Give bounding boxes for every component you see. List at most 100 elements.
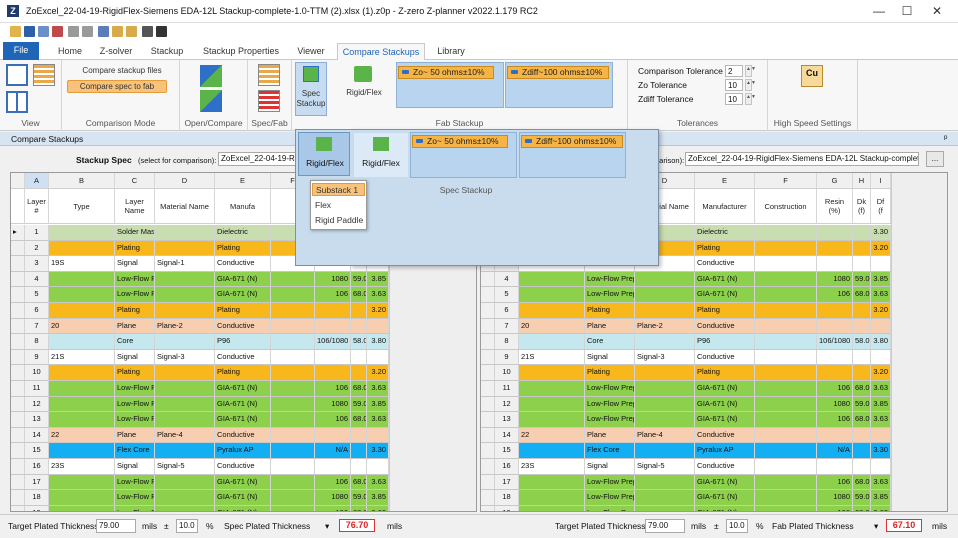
- column-header[interactable]: Manufacturer: [695, 189, 755, 223]
- tab-stackup[interactable]: Stackup: [145, 43, 189, 60]
- column-header[interactable]: Resin (%): [817, 189, 853, 223]
- column-header[interactable]: Type: [49, 189, 115, 223]
- table-row[interactable]: 5 Low-Flow Prepreg GIA-671 (N) 10668.03.63: [11, 287, 389, 303]
- tab-z-solver[interactable]: Z-solver: [93, 43, 139, 60]
- minimize-button[interactable]: —: [870, 3, 888, 19]
- column-letter[interactable]: D: [155, 173, 215, 188]
- zdiff-pill[interactable]: Zdiff~100 ohms±10%: [507, 66, 609, 79]
- dropdown-zo-pill[interactable]: Zo~ 50 ohms±10%: [412, 135, 508, 148]
- column-header[interactable]: Material Name: [155, 189, 215, 223]
- compare-spec-to-fab-button[interactable]: Compare spec to fab: [67, 80, 167, 93]
- tab-file[interactable]: File: [3, 42, 39, 60]
- close-button[interactable]: ✕: [928, 3, 946, 19]
- table-row[interactable]: 15 Flex Core Pyralux AP N/A 3.30: [11, 443, 389, 459]
- table-row[interactable]: 9 21S Signal Signal-3 Conductive: [481, 349, 891, 366]
- browse-button[interactable]: ...: [926, 151, 944, 167]
- zo-tolerance-spinner[interactable]: ▲▼: [745, 79, 756, 91]
- view-grid-icon[interactable]: [33, 64, 55, 86]
- table-row[interactable]: 6 Plating Plating 3.20: [11, 303, 389, 319]
- compare-stackup-files-button[interactable]: Compare stackup files: [67, 66, 177, 78]
- redo-icon[interactable]: [82, 26, 93, 37]
- column-letter[interactable]: F: [755, 173, 817, 188]
- table-row[interactable]: 19 Low-Flow Prepreg GIA-671 (N) 10668.03.63: [11, 505, 389, 511]
- column-header[interactable]: Df (f: [871, 189, 891, 223]
- tab-viewer[interactable]: Viewer: [293, 43, 329, 60]
- table-row[interactable]: 16 23S Signal Signal-5 Conductive: [481, 459, 891, 475]
- table-row[interactable]: 15 Flex Core Pyralux AP N/A 3.30: [481, 443, 891, 459]
- tab-stackup-properties[interactable]: Stackup Properties: [198, 43, 284, 60]
- table-row[interactable]: 4 Low-Flow Prepreg GIA-671 (N) 108059.03.85: [11, 271, 389, 288]
- column-header[interactable]: Layer #: [25, 189, 49, 223]
- comparison-tolerance-spinner[interactable]: ▲▼: [745, 65, 756, 77]
- undo-icon[interactable]: [68, 26, 79, 37]
- table-row[interactable]: 8 Core P96 106/1080 58.0 3.80: [11, 334, 389, 350]
- table-row[interactable]: 12 Low-Flow Prepreg GIA-671 (N) 108059.03.8…: [481, 396, 891, 413]
- tab-compare-stackups[interactable]: Compare Stackups: [337, 43, 425, 60]
- menu-item-rigid-paddle[interactable]: Rigid Paddle: [312, 214, 367, 227]
- vertical-scrollbar[interactable]: [891, 173, 947, 511]
- table-row[interactable]: 18 Low-Flow Prepreg GIA-671 (N) 108059.03.8…: [11, 490, 389, 506]
- column-letter[interactable]: E: [695, 173, 755, 188]
- column-letter[interactable]: A: [25, 173, 49, 188]
- tab-home[interactable]: Home: [52, 43, 88, 60]
- table-row[interactable]: 17 Low-Flow Prepreg GIA-671 (N) 10668.03.63: [11, 474, 389, 491]
- spec-dropdown-arrow-icon[interactable]: ▾: [325, 521, 329, 532]
- zdiff-target-box[interactable]: Zdiff~100 ohms±10%: [505, 62, 613, 108]
- table-row[interactable]: 5 Low-Flow Prepreg GIA-671 (N) 10668.03.63: [481, 287, 891, 303]
- open-compare-icon[interactable]: [200, 65, 222, 87]
- table-row[interactable]: 8 Core P96 106/1080 58.0 3.80: [481, 334, 891, 350]
- copy-icon[interactable]: [112, 26, 123, 37]
- tab-library[interactable]: Library: [431, 43, 471, 60]
- copper-roughness-icon[interactable]: Cu: [801, 65, 823, 87]
- table-row[interactable]: 12 Low-Flow Prepreg GIA-671 (N) 108059.03.8…: [11, 396, 389, 413]
- swap-compare-icon[interactable]: [200, 90, 222, 112]
- spec-table-icon[interactable]: [258, 64, 280, 86]
- table-row[interactable]: 19 Low-Flow Prepreg GIA-671 (N) 10668.03.63: [481, 505, 891, 511]
- maximize-button[interactable]: ☐: [898, 3, 916, 19]
- column-letter[interactable]: C: [115, 173, 155, 188]
- column-letter[interactable]: G: [817, 173, 853, 188]
- column-header[interactable]: Construction: [755, 189, 817, 223]
- paste-icon[interactable]: [126, 26, 137, 37]
- view-split-icon[interactable]: [6, 91, 28, 113]
- save-icon[interactable]: [24, 26, 35, 37]
- save-as-icon[interactable]: [38, 26, 49, 37]
- zo-pill[interactable]: Zo~ 50 ohms±10%: [398, 66, 494, 79]
- fab-table-icon[interactable]: [258, 90, 280, 112]
- zdiff-tolerance-input[interactable]: 10: [725, 93, 743, 105]
- column-letter[interactable]: H: [853, 173, 871, 188]
- column-letter[interactable]: B: [49, 173, 115, 188]
- column-header[interactable]: Layer Name: [115, 189, 155, 223]
- menu-item-substack-1[interactable]: Substack 1: [312, 183, 365, 196]
- fab-dropdown-arrow-icon[interactable]: ▾: [874, 521, 878, 532]
- left-target-thickness-input[interactable]: 79.00: [96, 519, 136, 533]
- spec-stackup-button[interactable]: Spec Stackup: [295, 62, 327, 116]
- column-header[interactable]: [11, 189, 25, 223]
- rigid-flex-button[interactable]: Rigid/Flex: [342, 88, 386, 97]
- table-row[interactable]: 14 22 Plane Plane-4 Conductive: [11, 427, 389, 444]
- column-letter[interactable]: [11, 173, 25, 188]
- graduation-icon[interactable]: [156, 26, 167, 37]
- table-row[interactable]: 13 Low-Flow Prepreg GIA-671 (N) 10668.03.63: [11, 412, 389, 428]
- column-header[interactable]: Dk (f): [853, 189, 871, 223]
- dropdown-zo-box[interactable]: Zo~ 50 ohms±10%: [410, 132, 517, 178]
- zo-tolerance-input[interactable]: 10: [725, 79, 743, 91]
- left-tolerance-input[interactable]: 10.0: [176, 519, 198, 533]
- table-row[interactable]: 18 Low-Flow Prepreg GIA-671 (N) 108059.03.8…: [481, 490, 891, 506]
- table-row[interactable]: 10 Plating Plating 3.20: [481, 365, 891, 381]
- rigid-flex-icon[interactable]: [354, 66, 372, 82]
- view-single-icon[interactable]: [6, 64, 28, 86]
- table-row[interactable]: 10 Plating Plating 3.20: [11, 365, 389, 381]
- fab-stackup-select[interactable]: ZoExcel_22-04-19-RigidFlex-Siemens EDA-1…: [685, 152, 919, 166]
- table-row[interactable]: 11 Low-Flow Prepreg GIA-671 (N) 10668.03.63: [481, 381, 891, 397]
- table-row[interactable]: 16 23S Signal Signal-5 Conductive: [11, 459, 389, 475]
- cut-icon[interactable]: [98, 26, 109, 37]
- column-header[interactable]: Manufa: [215, 189, 271, 223]
- help-icon[interactable]: [142, 26, 153, 37]
- dropdown-rigid-flex-button[interactable]: Rigid/Flex: [298, 132, 350, 176]
- table-row[interactable]: 9 21S Signal Signal-3 Conductive: [11, 349, 389, 366]
- right-tolerance-input[interactable]: 10.0: [726, 519, 748, 533]
- pin-icon[interactable]: ᵖ: [944, 133, 947, 143]
- table-row[interactable]: 4 Low-Flow Prepreg GIA-671 (N) 108059.03.85: [481, 271, 891, 288]
- table-row[interactable]: 17 Low-Flow Prepreg GIA-671 (N) 10668.03.63: [481, 474, 891, 491]
